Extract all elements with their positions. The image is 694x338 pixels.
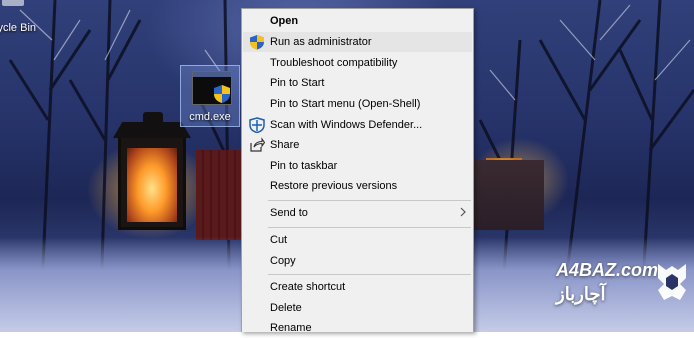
menu-separator [268, 227, 471, 228]
cmd-desktop-icon[interactable]: cmd.exe [180, 65, 240, 127]
share-icon [250, 137, 265, 152]
cmd-icon-label: cmd.exe [189, 111, 231, 123]
watermark-brand: A4BAZ.com [556, 260, 659, 280]
watermark: A4BAZ.com آچارباز [556, 258, 694, 318]
menu-item-pin-to-start[interactable]: Pin to Start [243, 73, 472, 93]
menu-item-pin-to-taskbar[interactable]: Pin to taskbar [243, 156, 472, 176]
menu-item-delete[interactable]: Delete [243, 298, 472, 318]
menu-separator [268, 274, 471, 275]
recycle-bin-label: cycle Bin [0, 22, 37, 34]
a4baz-logo-icon [658, 264, 686, 300]
menu-item-restore-previous-versions[interactable]: Restore previous versions [243, 176, 472, 196]
menu-item-share[interactable]: Share [243, 135, 472, 155]
menu-item-copy[interactable]: Copy [243, 251, 472, 271]
uac-shield-overlay-icon [214, 85, 230, 103]
recycle-bin-desktop-icon[interactable]: cycle Bin [0, 0, 46, 34]
uac-shield-icon [250, 35, 264, 50]
cabin-right [474, 160, 544, 230]
menu-item-rename[interactable]: Rename [243, 318, 472, 338]
menu-item-cut[interactable]: Cut [243, 230, 472, 250]
chevron-right-icon [460, 207, 466, 217]
menu-item-run-as-administrator[interactable]: Run as administrator [243, 32, 472, 52]
context-menu: Open Run as administrator Troubleshoot c… [241, 8, 474, 334]
cabin-wall [196, 150, 242, 240]
menu-item-send-to[interactable]: Send to [243, 203, 472, 223]
recycle-bin-icon [2, 0, 24, 6]
menu-item-create-shortcut[interactable]: Create shortcut [243, 277, 472, 297]
menu-separator [268, 200, 471, 201]
lantern [113, 112, 191, 230]
menu-item-troubleshoot-compatibility[interactable]: Troubleshoot compatibility [243, 53, 472, 73]
defender-icon [249, 117, 265, 133]
menu-item-open[interactable]: Open [243, 11, 472, 31]
watermark-brand-fa: آچارباز [556, 284, 606, 304]
menu-item-scan-with-windows-defender[interactable]: Scan with Windows Defender... [243, 115, 472, 135]
menu-item-pin-to-start-menu-open-shell[interactable]: Pin to Start menu (Open-Shell) [243, 94, 472, 114]
